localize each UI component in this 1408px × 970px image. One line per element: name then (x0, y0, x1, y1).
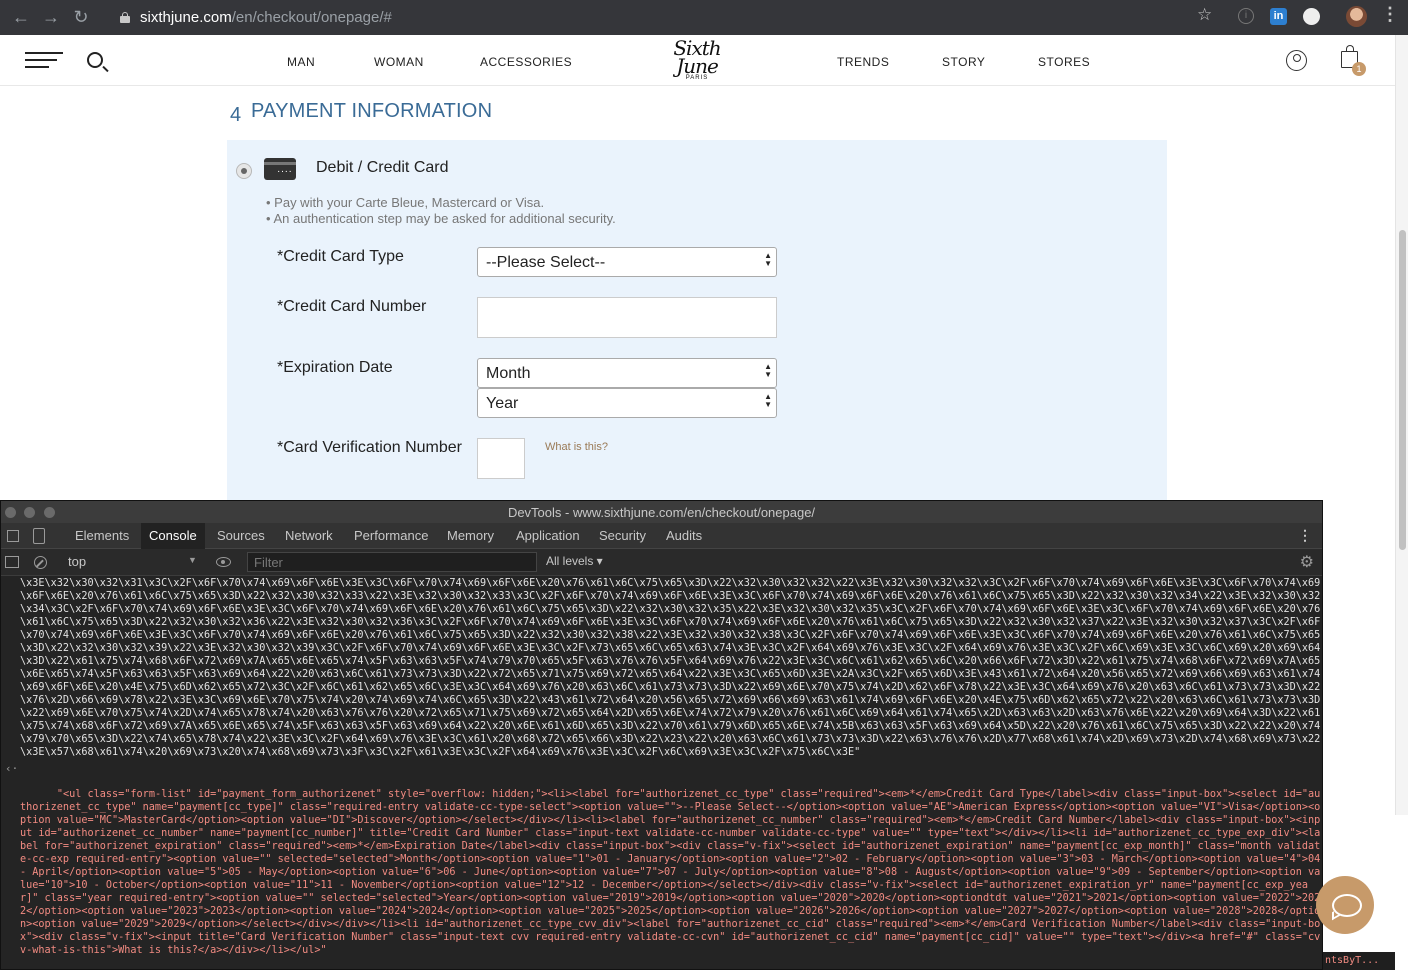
tab-application[interactable]: Application (516, 528, 580, 543)
select-arrows-icon: ▲ ▼ (764, 251, 772, 268)
tab-elements[interactable]: Elements (75, 528, 129, 543)
sixthjune-logo[interactable]: Sixth June PARIS (664, 38, 730, 85)
console-result-text: "<ul class="form-list" id="payment_form_… (20, 789, 1321, 956)
devtools-title: DevTools - www.sixthjune.com/en/checkout… (507, 505, 816, 520)
tab-network[interactable]: Network (285, 528, 333, 543)
cc-type-select[interactable]: --Please Select-- ▲ ▼ (477, 247, 777, 277)
cvv-what-is-this-link[interactable]: What is this? (545, 441, 608, 453)
site-header: MAN WOMAN ACCESSORIES Sixth June PARIS T… (0, 35, 1395, 86)
tab-audits[interactable]: Audits (666, 528, 702, 543)
reload-icon[interactable]: ↻ (66, 3, 96, 33)
cc-number-input[interactable] (477, 297, 777, 338)
expiration-label: *Expiration Date (277, 359, 393, 376)
url-path: /en/checkout/onepage/# (231, 8, 392, 26)
chat-bubble-icon[interactable] (1316, 876, 1374, 934)
cvv-label: *Card Verification Number (277, 439, 462, 456)
extension-icon[interactable] (1303, 8, 1320, 25)
tab-security[interactable]: Security (599, 528, 646, 543)
tab-console[interactable]: Console (141, 523, 205, 549)
credit-card-icon (264, 158, 296, 180)
step-number: 4 (230, 104, 242, 126)
exp-year-select[interactable]: Year ▲ ▼ (477, 388, 777, 418)
linkedin-extension-icon[interactable]: in (1270, 8, 1287, 25)
address-bar[interactable]: sixthjune.com/en/checkout/onepage/# (108, 4, 1228, 30)
log-levels-dropdown[interactable]: All levels ▾ (546, 554, 603, 568)
tab-sources[interactable]: Sources (217, 528, 265, 543)
select-arrows-icon: ▲ ▼ (764, 392, 772, 409)
lock-icon (120, 11, 130, 23)
info-extension-icon[interactable]: i (1238, 8, 1254, 24)
cc-type-label: *Credit Card Type (277, 248, 404, 265)
nav-woman[interactable]: WOMAN (374, 55, 424, 69)
console-output-area[interactable]: \x3E\x32\x30\x32\x31\x3C\x2F\x6F\x70\x74… (1, 577, 1322, 969)
payment-method-label[interactable]: Debit / Credit Card (316, 159, 449, 177)
tab-memory[interactable]: Memory (447, 528, 494, 543)
context-selector[interactable]: top (68, 554, 86, 569)
payment-note-2: • An authentication step may be asked fo… (266, 211, 616, 226)
console-result-line: ‹· "<ul class="form-list" id="payment_fo… (5, 762, 1322, 969)
device-toolbar-icon[interactable] (33, 528, 45, 544)
exp-month-select[interactable]: Month ▲ ▼ (477, 358, 777, 388)
search-icon[interactable] (87, 52, 103, 68)
payment-note-1: • Pay with your Carte Bleue, Mastercard … (266, 195, 545, 210)
devtools-titlebar: DevTools - www.sixthjune.com/en/checkout… (1, 501, 1322, 523)
logo-paris: PARIS (685, 75, 709, 81)
nav-man[interactable]: MAN (287, 55, 315, 69)
nav-accessories[interactable]: ACCESSORIES (480, 55, 572, 69)
devtools-tabbar: Elements Console Sources Network Perform… (1, 523, 1322, 549)
page-scrollbar[interactable] (1395, 35, 1408, 815)
inspect-element-icon[interactable] (7, 530, 19, 542)
scrollbar-thumb[interactable] (1399, 230, 1406, 550)
tab-performance[interactable]: Performance (354, 528, 428, 543)
console-log-line: \x3E\x32\x30\x32\x31\x3C\x2F\x6F\x70\x74… (20, 578, 1321, 758)
payment-section-title[interactable]: PAYMENT INFORMATION (251, 100, 492, 123)
background-console-fragment: ntsByT... (1323, 952, 1395, 970)
nav-trends[interactable]: TRENDS (837, 55, 889, 69)
back-icon[interactable]: ← (6, 3, 36, 33)
devtools-menu-icon[interactable]: ⋮ (1298, 527, 1312, 544)
browser-menu-icon[interactable]: ⋮ (1381, 4, 1399, 25)
url-domain: sixthjune.com (140, 8, 232, 26)
exp-month-value: Month (486, 365, 531, 382)
browser-toolbar: ← → ↻ sixthjune.com/en/checkout/onepage/… (0, 0, 1408, 35)
bookmark-star-icon[interactable]: ☆ (1197, 5, 1212, 25)
cc-number-label: *Credit Card Number (277, 298, 427, 315)
result-arrow-icon: ‹· (5, 762, 19, 775)
forward-icon[interactable]: → (36, 3, 66, 33)
console-sidebar-icon[interactable] (5, 556, 19, 568)
cc-type-value: --Please Select-- (486, 254, 606, 271)
clear-console-icon[interactable] (34, 556, 47, 569)
cart-count-badge: 1 (1352, 62, 1366, 76)
console-settings-gear-icon[interactable]: ⚙ (1300, 552, 1314, 572)
cvv-input[interactable] (477, 438, 525, 479)
payment-method-panel: Debit / Credit Card • Pay with your Cart… (227, 140, 1167, 500)
devtools-window: DevTools - www.sixthjune.com/en/checkout… (0, 500, 1323, 970)
credit-card-radio[interactable] (236, 163, 252, 179)
account-icon[interactable] (1286, 50, 1307, 71)
dropdown-arrow-icon[interactable]: ▼ (188, 555, 197, 565)
profile-avatar[interactable] (1346, 6, 1367, 27)
nav-story[interactable]: STORY (942, 55, 985, 69)
live-expression-eye-icon[interactable] (216, 557, 231, 567)
console-toolbar: top ▼ Filter All levels ▾ ⚙ (1, 549, 1322, 576)
nav-stores[interactable]: STORES (1038, 55, 1090, 69)
select-arrows-icon: ▲ ▼ (764, 362, 772, 379)
console-filter-input[interactable]: Filter (247, 552, 537, 572)
exp-year-value: Year (486, 395, 519, 412)
hamburger-menu-icon[interactable] (25, 52, 63, 70)
